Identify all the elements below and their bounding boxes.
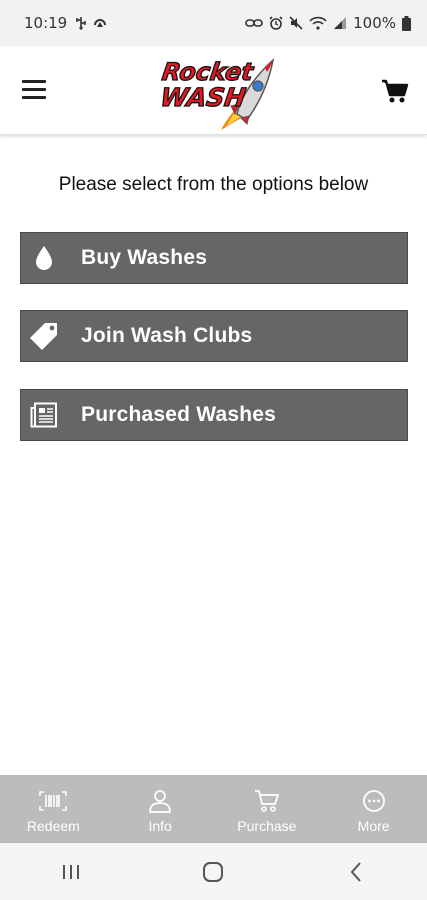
more-icon bbox=[362, 788, 386, 814]
nav-info-label: Info bbox=[148, 818, 172, 834]
nav-more-label: More bbox=[357, 818, 390, 834]
nav-redeem[interactable]: Redeem bbox=[0, 775, 107, 843]
home-button[interactable] bbox=[183, 852, 243, 892]
status-notification-icons bbox=[75, 16, 107, 30]
buy-washes-label: Buy Washes bbox=[81, 246, 208, 269]
drop-icon bbox=[23, 232, 65, 284]
barcode-icon bbox=[39, 788, 68, 814]
hamburger-icon-line bbox=[22, 80, 46, 83]
logo-text-rocket: Rocket bbox=[160, 58, 256, 86]
sync-icon bbox=[94, 19, 107, 27]
status-bar: 10:19 100% bbox=[0, 0, 427, 46]
back-icon bbox=[350, 861, 361, 882]
alarm-icon bbox=[269, 16, 283, 30]
page-prompt: Please select from the options below bbox=[58, 174, 369, 195]
mute-icon bbox=[289, 16, 303, 30]
recents-button[interactable] bbox=[41, 852, 101, 892]
signal-icon bbox=[334, 17, 347, 29]
app-header: Rocket WASH bbox=[0, 46, 427, 135]
nav-purchase-label: Purchase bbox=[237, 818, 297, 834]
receipt-icon bbox=[23, 389, 65, 441]
home-icon bbox=[203, 861, 224, 882]
hamburger-icon-line bbox=[22, 96, 46, 99]
hamburger-icon-line bbox=[22, 88, 46, 91]
cart-button[interactable] bbox=[381, 78, 409, 104]
usb-icon bbox=[76, 17, 87, 30]
purchased-washes-button[interactable]: Purchased Washes bbox=[20, 389, 408, 441]
tag-icon bbox=[23, 310, 65, 362]
battery-icon bbox=[402, 15, 411, 31]
wifi-icon bbox=[309, 16, 327, 30]
link-icon bbox=[245, 19, 263, 27]
status-system-icons: 100% bbox=[245, 14, 411, 32]
buy-washes-button[interactable]: Buy Washes bbox=[20, 232, 408, 284]
person-icon bbox=[148, 788, 172, 814]
nav-more[interactable]: More bbox=[320, 775, 427, 843]
nav-redeem-label: Redeem bbox=[26, 818, 80, 834]
nav-info[interactable]: Info bbox=[107, 775, 214, 843]
recents-icon bbox=[63, 864, 80, 879]
logo-text-wash: WASH bbox=[159, 83, 248, 112]
status-time: 10:19 bbox=[24, 14, 68, 32]
bottom-nav: Redeem Info Purchase More bbox=[0, 775, 427, 843]
rocket-wash-logo: Rocket WASH bbox=[158, 57, 275, 130]
back-button[interactable] bbox=[326, 852, 386, 892]
join-wash-clubs-label: Join Wash Clubs bbox=[81, 324, 253, 347]
purchased-washes-label: Purchased Washes bbox=[81, 403, 276, 426]
battery-percent: 100% bbox=[353, 14, 396, 32]
system-nav-bar bbox=[0, 843, 427, 900]
menu-button[interactable] bbox=[22, 80, 46, 100]
join-wash-clubs-button[interactable]: Join Wash Clubs bbox=[20, 310, 408, 362]
nav-purchase[interactable]: Purchase bbox=[214, 775, 321, 843]
cart-icon bbox=[254, 788, 280, 814]
cart-icon bbox=[382, 79, 409, 103]
